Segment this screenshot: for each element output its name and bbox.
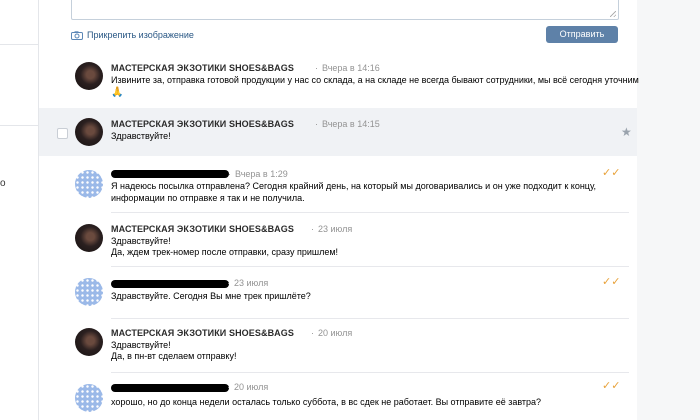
sidebar-divider [0, 44, 38, 45]
double-check-icon: ✓✓ [602, 380, 621, 392]
message-text: хорошо, но до конца недели осталась толь… [111, 397, 542, 407]
sidebar-divider [0, 125, 38, 126]
message-item-selected[interactable]: МАСТЕРСКАЯ ЭКЗОТИКИ SHOES&BAGS Вчера в 1… [39, 108, 637, 156]
message-text: Здравствуйте. Сегодня Вы мне трек пришлё… [111, 291, 311, 301]
redacted-author-name [111, 280, 229, 288]
right-gutter [637, 0, 700, 420]
avatar[interactable] [75, 278, 103, 306]
resize-handle-icon[interactable] [610, 11, 616, 17]
message-divider [111, 318, 629, 319]
message-text: информации по отправке я так и не получи… [111, 193, 305, 203]
avatar[interactable] [75, 224, 103, 252]
avatar[interactable] [75, 328, 103, 356]
redacted-author-name [111, 384, 229, 392]
message-author[interactable]: МАСТЕРСКАЯ ЭКЗОТИКИ SHOES&BAGS [111, 63, 294, 73]
message-time[interactable]: Вчера в 14:16 [315, 63, 380, 73]
message-text: Здравствуйте! [111, 131, 171, 141]
double-check-icon: ✓✓ [602, 276, 621, 288]
message-time[interactable]: 20 июля [227, 382, 268, 392]
message-item[interactable]: МАСТЕРСКАЯ ЭКЗОТИКИ SHOES&BAGS 23 июля З… [39, 214, 637, 264]
attach-image-label: Прикрепить изображение [87, 30, 194, 40]
camera-icon [71, 30, 83, 40]
conversation-panel: Прикрепить изображение Отправить МАСТЕРС… [39, 0, 639, 420]
select-checkbox[interactable] [57, 128, 68, 139]
avatar[interactable] [75, 384, 103, 412]
message-time[interactable]: 20 июля [311, 328, 352, 338]
message-input[interactable] [71, 0, 619, 20]
message-text: Да, в пн-вт сделаем отправку! [111, 351, 237, 361]
message-item[interactable]: 20 июля хорошо, но до конца недели остал… [39, 374, 637, 420]
sidebar-text-fragment: о [0, 178, 6, 189]
message-time[interactable]: 23 июля [227, 278, 268, 288]
message-item[interactable]: МАСТЕРСКАЯ ЭКЗОТИКИ SHOES&BAGS Вчера в 1… [39, 56, 639, 106]
message-author[interactable]: МАСТЕРСКАЯ ЭКЗОТИКИ SHOES&BAGS [111, 328, 294, 338]
message-text: Я надеюсь посылка отправлена? Сегодня кр… [111, 181, 597, 191]
message-divider [111, 266, 629, 267]
message-item[interactable]: МАСТЕРСКАЯ ЭКЗОТИКИ SHOES&BAGS 20 июля З… [39, 320, 637, 370]
message-item[interactable]: 23 июля Здравствуйте. Сегодня Вы мне тре… [39, 268, 637, 316]
praying-hands-emoji: 🙏 [111, 87, 124, 98]
avatar[interactable] [75, 62, 103, 90]
message-time[interactable]: Вчера в 1:29 [228, 169, 288, 179]
left-sidebar: о [0, 0, 39, 420]
message-author[interactable]: МАСТЕРСКАЯ ЭКЗОТИКИ SHOES&BAGS [111, 224, 294, 234]
avatar[interactable] [75, 118, 103, 146]
star-icon[interactable]: ★ [621, 126, 632, 138]
message-text: Извините за, отправка готовой продукции … [111, 75, 639, 85]
message-time[interactable]: Вчера в 14:15 [315, 119, 380, 129]
message-text: 🙏 [111, 86, 123, 99]
double-check-icon: ✓✓ [602, 167, 621, 179]
message-author[interactable]: МАСТЕРСКАЯ ЭКЗОТИКИ SHOES&BAGS [111, 119, 294, 129]
message-item[interactable]: Вчера в 1:29 Я надеюсь посылка отправлен… [39, 158, 637, 210]
message-divider [111, 372, 629, 373]
avatar[interactable] [75, 170, 103, 198]
redacted-author-name [111, 170, 229, 178]
message-divider [111, 212, 629, 213]
message-time[interactable]: 23 июля [311, 224, 352, 234]
attach-image-link[interactable]: Прикрепить изображение [71, 30, 194, 40]
message-text: Да, ждем трек-номер после отправки, сраз… [111, 247, 339, 257]
send-button[interactable]: Отправить [546, 26, 618, 43]
